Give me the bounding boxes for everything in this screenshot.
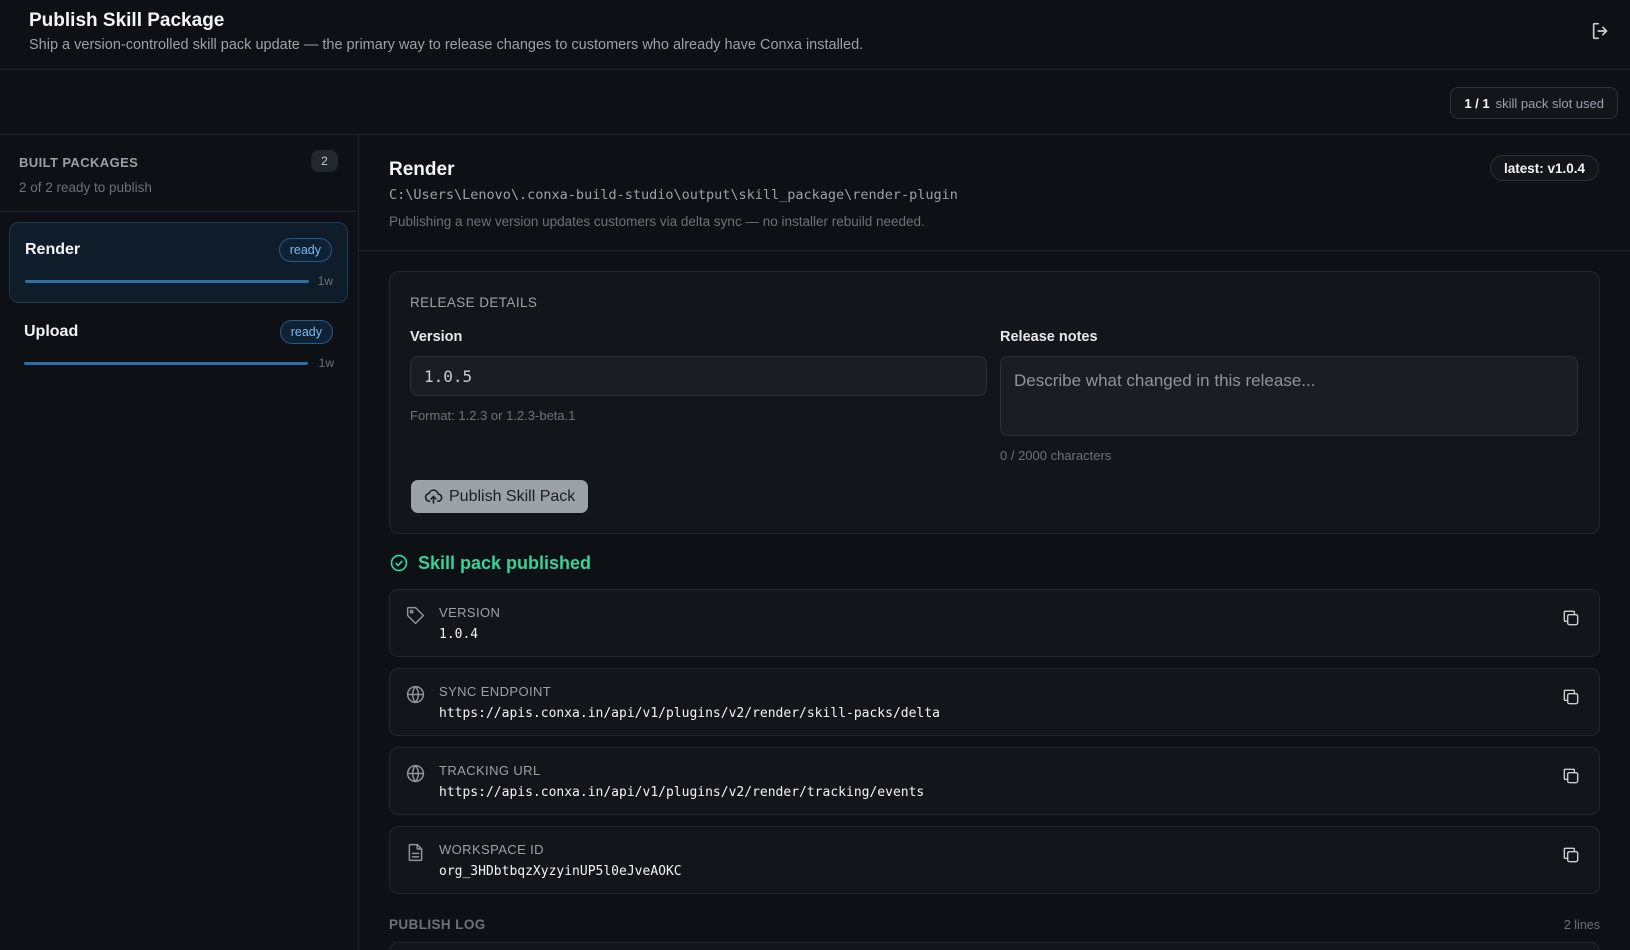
publish-log-header: PUBLISH LOG 2 lines: [389, 917, 1600, 937]
status-badge: ready: [279, 320, 333, 344]
info-key: SYNC ENDPOINT: [439, 684, 552, 699]
publish-status: Skill pack published: [389, 551, 591, 575]
notes-char-counter: 0 / 2000 characters: [1000, 448, 1112, 463]
globe-icon: [406, 685, 425, 704]
copy-icon[interactable]: [1561, 845, 1581, 865]
slot-label: skill pack slot used: [1495, 95, 1604, 111]
main-panel: Render C:\Users\Lenovo\.conxa-build-stud…: [359, 135, 1630, 950]
copy-icon[interactable]: [1561, 608, 1581, 628]
release-notes-textarea[interactable]: Describe what changed in this release...: [1000, 356, 1578, 436]
page-subtitle: Ship a version-controlled skill pack upd…: [29, 37, 864, 53]
plugin-note: Publishing a new version updates custome…: [389, 214, 925, 229]
check-circle-icon: [390, 554, 408, 572]
sidebar-title: BUILT PACKAGES: [19, 155, 139, 170]
page-header: Publish Skill Package Ship a version-con…: [0, 0, 1630, 70]
package-item-render[interactable]: Render ready 1w: [9, 222, 348, 303]
sidebar-summary: 2 of 2 ready to publish: [19, 180, 152, 195]
package-name: Upload: [24, 323, 79, 340]
cloud-upload-icon: [424, 489, 443, 504]
page-title: Publish Skill Package: [29, 10, 225, 31]
info-key: TRACKING URL: [439, 763, 541, 778]
info-card-tracking-url: TRACKING URL https://apis.conxa.in/api/v…: [389, 747, 1600, 815]
logout-icon[interactable]: [1590, 20, 1612, 42]
publish-log-count: 2 lines: [1563, 918, 1600, 932]
info-value: https://apis.conxa.in/api/v1/plugins/v2/…: [439, 706, 940, 721]
packages-sidebar: BUILT PACKAGES 2 of 2 ready to publish 2…: [0, 135, 359, 950]
package-item-upload[interactable]: Upload ready 1w: [9, 305, 348, 386]
version-hint: Format: 1.2.3 or 1.2.3-beta.1: [410, 408, 576, 423]
release-details-card: RELEASE DETAILS Version 1.0.5 Format: 1.…: [389, 271, 1600, 534]
plugin-header: Render C:\Users\Lenovo\.conxa-build-stud…: [359, 135, 1630, 251]
publish-log-box: [389, 942, 1600, 950]
version-label: Version: [410, 329, 463, 345]
info-value: https://apis.conxa.in/api/v1/plugins/v2/…: [439, 785, 925, 800]
copy-icon[interactable]: [1561, 687, 1581, 707]
package-progress-bar: [25, 280, 309, 283]
plugin-name: Render: [389, 159, 455, 180]
tag-icon: [406, 606, 425, 625]
package-name: Render: [25, 241, 81, 258]
publish-status-text: Skill pack published: [418, 552, 592, 573]
document-icon: [408, 843, 423, 862]
package-count-badge: 2: [311, 150, 338, 172]
toolbar: 1 / 1 skill pack slot used: [0, 70, 1630, 135]
info-key: VERSION: [439, 605, 501, 620]
slot-usage-badge: 1 / 1 skill pack slot used: [1450, 87, 1618, 119]
section-title: RELEASE DETAILS: [410, 295, 538, 310]
publish-log-title: PUBLISH LOG: [389, 917, 486, 932]
info-key: WORKSPACE ID: [439, 842, 544, 857]
version-input[interactable]: 1.0.5: [410, 356, 987, 396]
globe-icon: [406, 764, 425, 783]
plugin-path: C:\Users\Lenovo\.conxa-build-studio\outp…: [389, 187, 958, 203]
latest-version-badge: latest: v1.0.4: [1489, 155, 1599, 181]
copy-icon[interactable]: [1561, 766, 1581, 786]
sidebar-header: BUILT PACKAGES 2 of 2 ready to publish 2: [0, 135, 358, 212]
publish-button[interactable]: Publish Skill Pack: [411, 480, 589, 513]
publish-button-label: Publish Skill Pack: [449, 487, 576, 505]
info-card-sync-endpoint: SYNC ENDPOINT https://apis.conxa.in/api/…: [389, 668, 1600, 736]
package-progress-bar: [24, 362, 308, 365]
status-badge: ready: [278, 238, 332, 262]
info-card-workspace-id: WORKSPACE ID org_3HDbtbqzXyzyinUP5l0eJve…: [389, 826, 1600, 894]
release-notes-label: Release notes: [1000, 329, 1098, 345]
info-card-version: VERSION 1.0.4: [389, 589, 1600, 657]
info-value: org_3HDbtbqzXyzyinUP5l0eJveAOKC: [439, 864, 682, 879]
slot-count: 1 / 1: [1464, 95, 1490, 111]
info-value: 1.0.4: [439, 627, 479, 642]
package-age: 1w: [318, 356, 334, 370]
package-age: 1w: [317, 274, 333, 288]
